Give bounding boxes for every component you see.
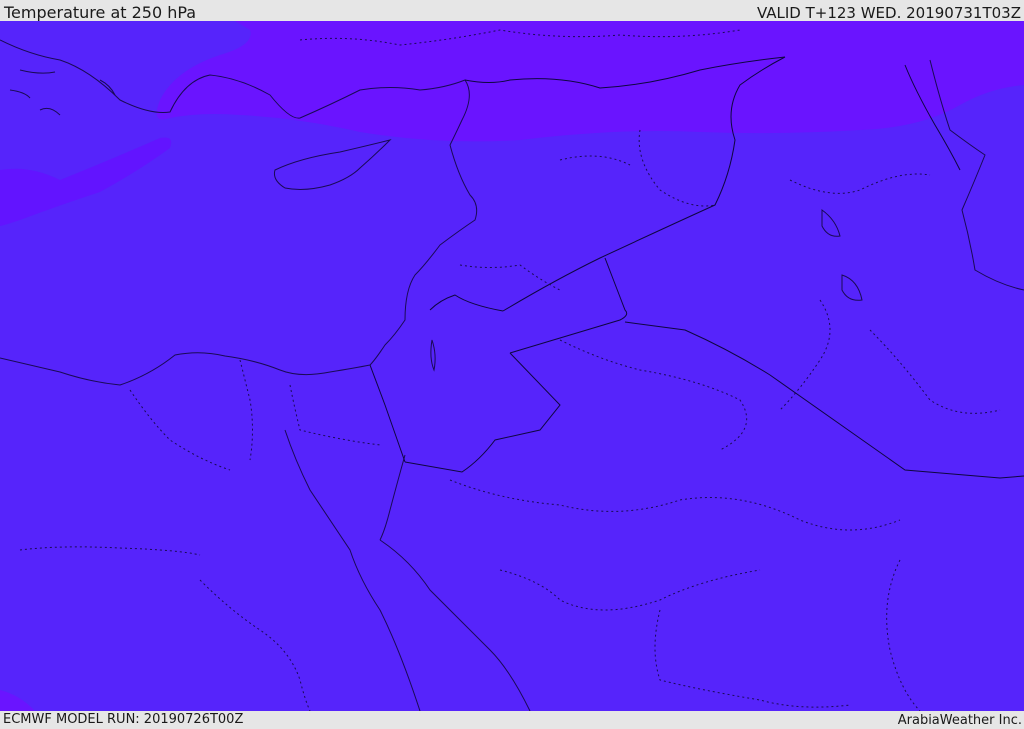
footer-bar: ECMWF MODEL RUN: 20190726T00Z ArabiaWeat… <box>0 711 1024 729</box>
map-title: Temperature at 250 hPa <box>4 3 197 22</box>
model-run-label: ECMWF MODEL RUN: 20190726T00Z <box>3 712 244 727</box>
credit-label: ArabiaWeather Inc. <box>897 713 1022 728</box>
valid-time-label: VALID T+123 WED. 20190731T03Z <box>756 4 1021 22</box>
map-svg <box>0 21 1024 711</box>
map-canvas <box>0 21 1024 711</box>
header-bar: Temperature at 250 hPa VALID T+123 WED. … <box>0 0 1024 22</box>
map-figure: Temperature at 250 hPa VALID T+123 WED. … <box>0 0 1024 729</box>
